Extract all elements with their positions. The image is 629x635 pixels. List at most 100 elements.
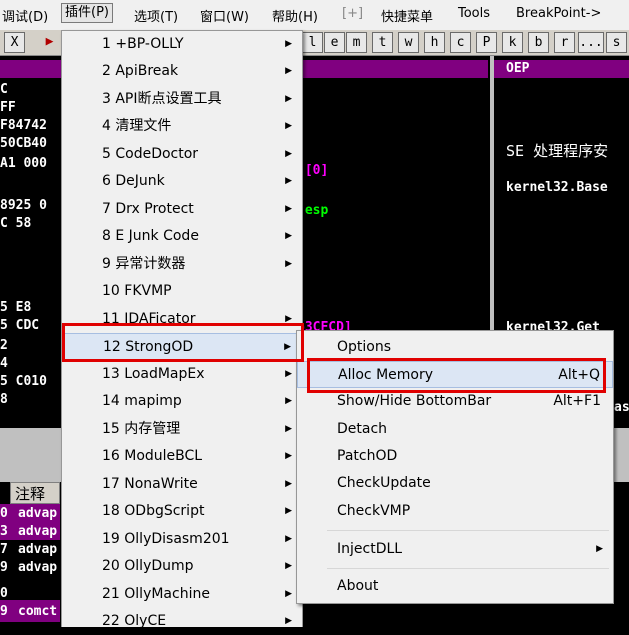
tb-p-button[interactable]: P (476, 32, 497, 53)
tb-c-button[interactable]: c (450, 32, 471, 53)
tb-w-button[interactable]: w (398, 32, 419, 53)
disasm-line: FF (0, 100, 16, 115)
plugin-item[interactable]: 14 mapimp ▶ (62, 388, 302, 415)
plugin-item[interactable]: 18 ODbgScript ▶ (62, 498, 302, 525)
tb-e-button[interactable]: e (324, 32, 345, 53)
plugin-item[interactable]: 19 OllyDisasm201 ▶ (62, 526, 302, 553)
comments-header[interactable]: 注释 (10, 482, 60, 504)
close-button[interactable]: X (4, 32, 25, 53)
menu-breakpoint[interactable]: BreakPoint-> (516, 6, 601, 21)
comment-row: advap (18, 542, 58, 557)
plugin-item[interactable]: 20 OllyDump ▶ (62, 553, 302, 580)
plugin-item[interactable]: 9 异常计数器 ▶ (62, 251, 302, 278)
row-prefix: 3 (0, 524, 8, 539)
submenu-arrow-icon: ▶ (285, 149, 292, 159)
submenu-arrow-icon: ▶ (285, 259, 292, 269)
disasm-line: C (0, 82, 8, 97)
submenu-item-injectdll[interactable]: InjectDLL ▶ (297, 536, 613, 563)
disasm-line: A1 000 (0, 156, 47, 171)
menu-separator (327, 568, 609, 569)
submenu-arrow-icon: ▶ (285, 204, 292, 214)
menu-bar: 调试(D) 插件(P) 选项(T) 窗口(W) 帮助(H) [+] 快捷菜单 T… (0, 0, 629, 31)
plugin-item[interactable]: 8 E Junk Code ▶ (62, 223, 302, 250)
plugin-item[interactable]: 10 FKVMP (62, 278, 302, 305)
plugin-item[interactable]: 6 DeJunk ▶ (62, 168, 302, 195)
disasm-line: 4 (0, 356, 8, 371)
plugin-item[interactable]: 7 Drx Protect ▶ (62, 196, 302, 223)
plugin-item[interactable]: 13 LoadMapEx ▶ (62, 361, 302, 388)
submenu-arrow-icon: ▶ (285, 231, 292, 241)
se-handler-label: SE 处理程序安 (506, 142, 609, 160)
plugin-item[interactable]: 21 OllyMachine ▶ (62, 581, 302, 608)
plugin-item[interactable]: 15 内存管理 ▶ (62, 416, 302, 443)
tb-t-button[interactable]: t (372, 32, 393, 53)
plugin-item[interactable]: 4 清理文件 ▶ (62, 113, 302, 140)
submenu-arrow-icon: ▶ (285, 66, 292, 76)
submenu-item-detach[interactable]: Detach (297, 416, 613, 443)
submenu-arrow-icon: ▶ (285, 616, 292, 626)
tb-l-button[interactable]: l (302, 32, 323, 53)
disasm-line: 8 (0, 392, 8, 407)
menu-plugins[interactable]: 插件(P) (61, 3, 113, 23)
tb-m-button[interactable]: m (346, 32, 367, 53)
menu-debug[interactable]: 调试(D) (2, 6, 48, 25)
menu-options[interactable]: 选项(T) (134, 6, 178, 25)
plugin-item[interactable]: 17 NonaWrite ▶ (62, 471, 302, 498)
submenu-item-checkvmp[interactable]: CheckVMP (297, 498, 613, 525)
plugin-item[interactable]: 1 +BP-OLLY ▶ (62, 31, 302, 58)
submenu-item-checkupdate[interactable]: CheckUpdate (297, 470, 613, 497)
disasm-line: C 58 (0, 216, 32, 231)
submenu-arrow-icon: ▶ (285, 176, 292, 186)
submenu-item-options[interactable]: Options (297, 334, 613, 361)
submenu-arrow-icon: ▶ (285, 424, 292, 434)
menu-window[interactable]: 窗口(W) (200, 6, 249, 25)
disasm-line: 2 (0, 338, 8, 353)
submenu-arrow-icon: ▶ (285, 94, 292, 104)
tb-r-button[interactable]: r (554, 32, 575, 53)
submenu-arrow-icon: ▶ (285, 534, 292, 544)
disasm-line: 8925 0 (0, 198, 47, 213)
submenu-item-patchod[interactable]: PatchOD (297, 443, 613, 470)
disasm-line: 5 E8 (0, 300, 32, 315)
tb-more-button[interactable]: ... (578, 32, 604, 53)
run-button[interactable]: ▶ (40, 32, 59, 51)
disasm-line: 50CB40 (0, 136, 47, 151)
comment-row: comct (18, 604, 58, 619)
row-prefix: 9 (0, 560, 8, 575)
tb-h-button[interactable]: h (424, 32, 445, 53)
plugin-item[interactable]: 16 ModuleBCL ▶ (62, 443, 302, 470)
row-prefix: 9 (0, 604, 8, 619)
comment-row: advap (18, 524, 58, 539)
submenu-arrow-icon: ▶ (285, 369, 292, 379)
plugin-item[interactable]: 3 API断点设置工具 ▶ (62, 86, 302, 113)
submenu-arrow-icon: ▶ (285, 451, 292, 461)
submenu-arrow-icon: ▶ (285, 589, 292, 599)
menu-tools[interactable]: Tools (458, 6, 490, 21)
tb-k-button[interactable]: k (502, 32, 523, 53)
row-prefix: 0 (0, 506, 8, 521)
oep-header: OEP (494, 60, 629, 78)
menu-plus[interactable]: [+] (342, 6, 363, 21)
submenu-arrow-icon: ▶ (285, 121, 292, 131)
submenu-arrow-icon: ▶ (285, 479, 292, 489)
plugin-item[interactable]: 22 OlyCE ▶ (62, 608, 302, 635)
menu-quick[interactable]: 快捷菜单 (381, 6, 433, 25)
row-prefix: 7 (0, 542, 8, 557)
tb-s-button[interactable]: s (606, 32, 627, 53)
highlight-box-strongod (62, 323, 304, 362)
disasm-line: F84742 (0, 118, 47, 133)
highlight-box-alloc-memory (307, 358, 606, 393)
submenu-arrow-icon: ▶ (596, 544, 603, 554)
submenu-arrow-icon: ▶ (285, 561, 292, 571)
submenu-arrow-icon: ▶ (285, 39, 292, 49)
plugin-item[interactable]: 2 ApiBreak ▶ (62, 58, 302, 85)
plugin-item[interactable]: 5 CodeDoctor ▶ (62, 141, 302, 168)
tb-b-button[interactable]: b (528, 32, 549, 53)
right-fragment: ase (614, 400, 629, 415)
menu-help[interactable]: 帮助(H) (272, 6, 318, 25)
row-prefix: 0 (0, 586, 8, 601)
comment-row: advap (18, 506, 58, 521)
submenu-arrow-icon: ▶ (285, 506, 292, 516)
disasm-line: 5 CDC (0, 318, 40, 333)
submenu-item-about[interactable]: About (297, 573, 613, 600)
